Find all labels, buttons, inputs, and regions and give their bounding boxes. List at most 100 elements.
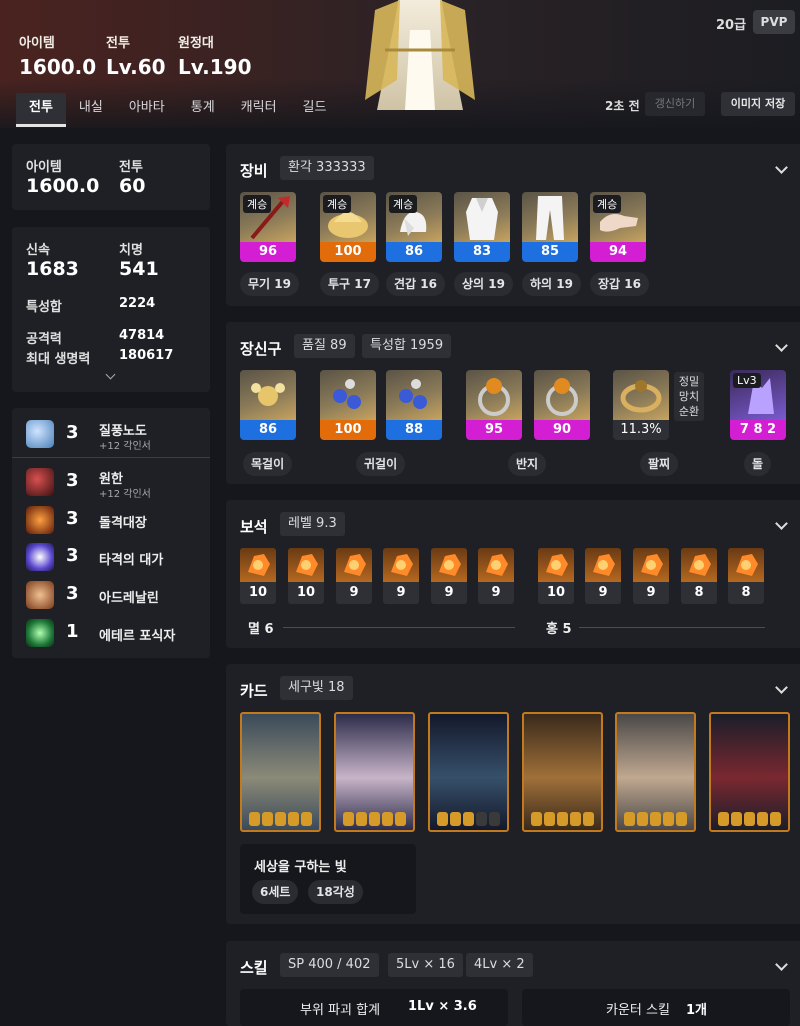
refresh-button[interactable]: 갱신하기 — [645, 92, 705, 116]
earring-item[interactable]: 100 — [320, 370, 376, 440]
earring-item[interactable]: 88 — [386, 370, 442, 440]
gem-level: 10 — [288, 582, 324, 604]
awakening-gems — [524, 812, 601, 826]
section-title: 스킬 — [240, 959, 268, 977]
gem-item[interactable]: 9 — [478, 548, 514, 604]
card-item[interactable] — [240, 712, 321, 832]
hp-label: 최대 생명력 — [26, 352, 91, 367]
engraving-icon — [26, 506, 54, 534]
quality-bar: 100 — [320, 242, 376, 262]
collapse-chevron-icon[interactable] — [775, 681, 788, 694]
ability-stone-item[interactable]: Lv3 7 8 2 — [730, 370, 786, 440]
card-item[interactable] — [709, 712, 790, 832]
collapse-chevron-icon[interactable] — [775, 161, 788, 174]
equipment-item[interactable]: 계승 86 — [386, 192, 442, 262]
awakening-gem-icon — [744, 812, 755, 826]
tab-internal[interactable]: 내실 — [66, 93, 116, 127]
gem-item[interactable]: 8 — [681, 548, 717, 604]
ring-item[interactable]: 90 — [534, 370, 590, 440]
gem-item[interactable]: 10 — [240, 548, 276, 604]
gem-item[interactable]: 10 — [538, 548, 574, 604]
awakening-gems — [430, 812, 507, 826]
engraving-icon — [26, 581, 54, 609]
ring-item[interactable]: 95 — [466, 370, 522, 440]
combat-level-label: 전투 — [106, 36, 130, 51]
tab-avatar[interactable]: 아바타 — [116, 93, 178, 127]
quality-chip: 품질 89 — [294, 334, 355, 358]
gem-item[interactable]: 8 — [728, 548, 764, 604]
earring-icon — [386, 370, 442, 420]
engraving-row[interactable]: 3 아드레날린 — [12, 577, 210, 613]
awakening-gem-icon — [489, 812, 500, 826]
card-item[interactable] — [615, 712, 696, 832]
equipment-item[interactable]: 85 — [522, 192, 578, 262]
engraving-row[interactable]: 3 타격의 대가 — [12, 539, 210, 575]
necklace-item[interactable]: 86 — [240, 370, 296, 440]
gem-item[interactable]: 9 — [431, 548, 467, 604]
equipment-item[interactable]: 83 — [454, 192, 510, 262]
card-awaken-pill: 18각성 — [308, 880, 363, 904]
gem-level-chip: 레벨 9.3 — [280, 512, 345, 536]
awakening-gems — [242, 812, 319, 826]
collapse-chevron-icon[interactable] — [775, 958, 788, 971]
collapse-chevron-icon[interactable] — [775, 339, 788, 352]
swiftness-value: 1683 — [26, 258, 79, 280]
gem-icon — [288, 548, 324, 582]
awakening-gem-icon — [676, 812, 687, 826]
expedition-level-stat: 원정대 Lv.190 — [178, 32, 252, 79]
tab-combat[interactable]: 전투 — [16, 93, 66, 127]
gem-level: 9 — [431, 582, 467, 604]
engraving-row[interactable]: 3 원한 +12 각인서 — [12, 464, 210, 500]
engraving-row[interactable]: 3 돌격대장 — [12, 502, 210, 538]
swiftness-label: 신속 — [26, 243, 50, 258]
equipment-item[interactable]: 계승 94 — [590, 192, 646, 262]
pants-label: 하의 19 — [522, 272, 581, 296]
save-image-button[interactable]: 이미지 저장 — [721, 92, 795, 116]
gem-icon — [240, 548, 276, 582]
gem-icon — [478, 548, 514, 582]
quality-bar: 85 — [522, 242, 578, 262]
sp-chip: SP 400 / 402 — [280, 953, 379, 977]
awakening-gem-icon — [288, 812, 299, 826]
gem-item[interactable]: 9 — [336, 548, 372, 604]
engraving-level: 3 — [66, 422, 79, 443]
chest-label: 상의 19 — [454, 272, 513, 296]
gem-item[interactable]: 9 — [383, 548, 419, 604]
card-item[interactable] — [522, 712, 603, 832]
grade-label: 20급 — [716, 18, 747, 33]
awakening-gem-icon — [262, 812, 273, 826]
necklace-icon — [240, 370, 296, 420]
tab-stats[interactable]: 통계 — [178, 93, 228, 127]
section-title: 카드 — [240, 682, 268, 700]
gem-icon — [431, 548, 467, 582]
awakening-gem-icon — [531, 812, 542, 826]
bracelet-item[interactable]: 11.3% — [613, 370, 669, 440]
quality-bar: 88 — [386, 420, 442, 440]
gem-icon — [336, 548, 372, 582]
engraving-row[interactable]: 3 질풍노도 +12 각인서 — [12, 416, 210, 452]
gem-item[interactable]: 9 — [585, 548, 621, 604]
gem-item[interactable]: 10 — [288, 548, 324, 604]
awakening-gem-icon — [770, 812, 781, 826]
part-break-box: 부위 파괴 합계 1Lv × 3.6 — [240, 989, 508, 1026]
trait-value: 2224 — [119, 296, 156, 311]
awakening-gem-icon — [382, 812, 393, 826]
pvp-badge[interactable]: PVP — [753, 10, 795, 34]
collapse-chevron-icon[interactable] — [775, 517, 788, 530]
engraving-name: 아드레날린 — [99, 591, 159, 606]
part-break-value: 1Lv × 3.6 — [408, 999, 477, 1014]
tab-guild[interactable]: 길드 — [290, 93, 340, 127]
weapon-icon: 계승 — [240, 192, 296, 242]
card-item[interactable] — [334, 712, 415, 832]
engraving-row[interactable]: 1 에테르 포식자 — [12, 615, 210, 651]
gem-level: 9 — [383, 582, 419, 604]
expand-chevron-icon[interactable] — [105, 369, 116, 380]
equipment-item[interactable]: 계승 96 — [240, 192, 296, 262]
stone-values: 7 8 2 — [730, 420, 786, 440]
awakening-gem-icon — [369, 812, 380, 826]
card-item[interactable] — [428, 712, 509, 832]
equipment-item[interactable]: 계승 100 — [320, 192, 376, 262]
stone-label: 돌 — [744, 452, 772, 476]
gem-item[interactable]: 9 — [633, 548, 669, 604]
tab-characters[interactable]: 캐릭터 — [228, 93, 290, 127]
